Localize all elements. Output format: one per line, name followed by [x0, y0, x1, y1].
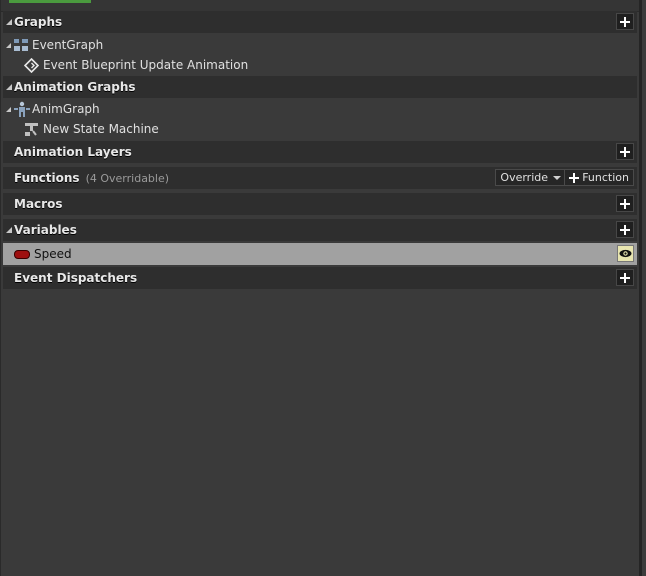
expand-arrow-icon[interactable]	[3, 76, 13, 98]
anim-graph-icon	[13, 101, 30, 117]
section-label: Animation Layers	[14, 145, 132, 159]
plus-icon	[620, 16, 630, 27]
visibility-eye-icon[interactable]	[617, 245, 634, 262]
plus-icon	[620, 272, 630, 283]
expand-arrow-icon[interactable]	[3, 11, 13, 33]
add-graph-button[interactable]	[616, 13, 634, 30]
add-event-dispatcher-button[interactable]	[616, 269, 634, 286]
section-label: Functions	[14, 171, 80, 185]
tree-item-label: AnimGraph	[32, 102, 100, 116]
override-label: Override	[500, 171, 548, 184]
section-label: Event Dispatchers	[14, 271, 138, 285]
chevron-down-icon	[553, 175, 561, 180]
plus-icon	[620, 198, 630, 209]
section-functions[interactable]: Functions (4 Overridable) Override Funct…	[3, 167, 637, 189]
tree-item-animgraph[interactable]: AnimGraph	[3, 99, 637, 119]
add-variable-button[interactable]	[616, 221, 634, 238]
state-machine-icon	[24, 122, 39, 137]
tree-item-event-blueprint-update[interactable]: Event Blueprint Update Animation	[3, 55, 637, 75]
section-label: Macros	[14, 197, 63, 211]
tree-item-label: New State Machine	[43, 122, 159, 136]
section-event-dispatchers[interactable]: Event Dispatchers	[3, 267, 637, 289]
section-label: Graphs	[14, 15, 63, 29]
float-variable-icon	[14, 249, 30, 259]
my-blueprint-panel: Graphs EventGraph Event Blueprint Update…	[0, 0, 640, 576]
plus-icon	[620, 224, 630, 235]
section-animation-layers[interactable]: Animation Layers	[3, 141, 637, 163]
section-graphs[interactable]: Graphs	[3, 11, 637, 33]
variable-row-speed[interactable]: Speed	[3, 243, 637, 265]
tree-item-new-state-machine[interactable]: New State Machine	[3, 119, 637, 139]
tree-item-eventgraph[interactable]: EventGraph	[3, 35, 637, 55]
add-macro-button[interactable]	[616, 195, 634, 212]
overridable-count: (4 Overridable)	[85, 171, 170, 185]
expand-arrow-icon[interactable]	[6, 106, 11, 112]
adjacent-panel-edge	[642, 0, 646, 576]
section-variables[interactable]: Variables	[3, 219, 637, 241]
section-label: Animation Graphs	[14, 80, 136, 94]
plus-icon	[620, 146, 630, 157]
expand-arrow-icon[interactable]	[3, 219, 13, 241]
variable-label: Speed	[34, 247, 72, 261]
event-node-icon	[24, 57, 39, 73]
override-dropdown[interactable]: Override	[495, 169, 567, 186]
add-function-button[interactable]: Function	[564, 169, 634, 186]
add-animation-layer-button[interactable]	[616, 143, 634, 160]
section-macros[interactable]: Macros	[3, 193, 637, 215]
tree-item-label: Event Blueprint Update Animation	[43, 58, 249, 72]
section-label: Variables	[14, 223, 77, 237]
section-animation-graphs[interactable]: Animation Graphs	[3, 76, 637, 98]
event-graph-icon	[13, 38, 29, 52]
add-new-button[interactable]	[9, 0, 91, 3]
add-function-label: Function	[582, 171, 629, 184]
expand-arrow-icon[interactable]	[6, 42, 11, 48]
plus-icon	[569, 172, 580, 183]
tree-item-label: EventGraph	[32, 38, 104, 52]
